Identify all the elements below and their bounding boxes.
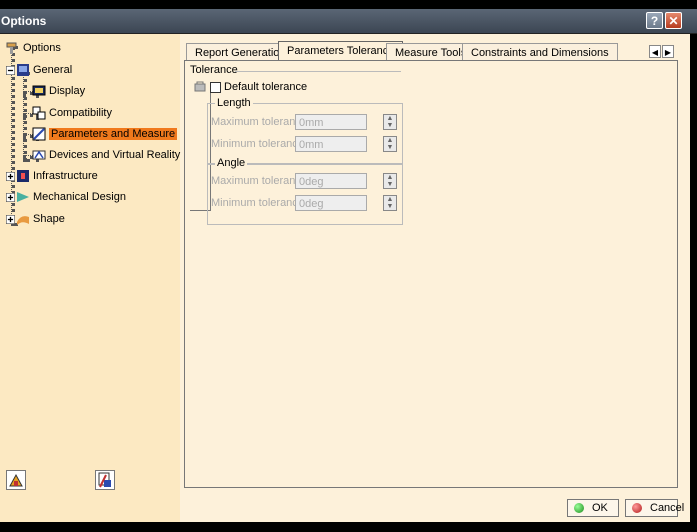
tree-item-label: Display bbox=[49, 85, 86, 97]
tab-scroll-left-icon[interactable]: ◀ bbox=[649, 45, 661, 58]
tree-item-label: Shape bbox=[33, 213, 65, 225]
angle-min-field[interactable]: 0deg bbox=[295, 195, 367, 211]
tree-item-infrastructure[interactable]: Infrastructure bbox=[6, 167, 98, 185]
length-min-spinner-icon[interactable]: ▲ ▼ bbox=[383, 136, 397, 152]
lock-toggle-icon[interactable] bbox=[194, 80, 206, 92]
ok-icon bbox=[574, 503, 584, 513]
compatibility-icon bbox=[32, 106, 46, 120]
ok-label: OK bbox=[592, 502, 608, 514]
tree-item-devices-vr[interactable]: Devices and Virtual Reality bbox=[32, 146, 180, 164]
default-tolerance-checkbox[interactable] bbox=[210, 82, 221, 93]
options-dialog: Options General Display Compatibility Pa… bbox=[0, 34, 690, 522]
title-bar: Options ? ✕ bbox=[0, 9, 697, 34]
length-group-title: Length bbox=[215, 97, 253, 109]
help-button[interactable]: ? bbox=[646, 12, 663, 29]
expand-plus-icon bbox=[6, 192, 15, 202]
length-min-label: Minimum tolerance bbox=[211, 138, 304, 150]
tree-item-label-selected: Parameters and Measure bbox=[49, 128, 178, 140]
tree-item-display[interactable]: Display bbox=[32, 82, 85, 100]
tree-item-parameters-and-measure[interactable]: Parameters and Measure bbox=[32, 125, 178, 143]
reset-options-icon[interactable] bbox=[6, 470, 26, 490]
tree-connector bbox=[23, 72, 27, 162]
length-min-field[interactable]: 0mm bbox=[295, 136, 367, 152]
length-max-spinner-icon[interactable]: ▲ ▼ bbox=[383, 114, 397, 130]
tab-scroll-right-icon[interactable]: ▶ bbox=[662, 45, 674, 58]
default-tolerance-label: Default tolerance bbox=[224, 81, 308, 93]
close-button[interactable]: ✕ bbox=[665, 12, 682, 29]
ok-button[interactable]: OK bbox=[567, 499, 619, 517]
expand-plus-icon bbox=[6, 214, 15, 224]
tab-constraints-dimensions[interactable]: Constraints and Dimensions bbox=[462, 43, 618, 61]
lock-parameters-icon[interactable] bbox=[95, 470, 115, 490]
tree-item-label: Devices and Virtual Reality bbox=[49, 149, 181, 161]
tolerance-group-line bbox=[235, 71, 401, 72]
cancel-icon bbox=[632, 503, 642, 513]
expand-plus-icon bbox=[6, 171, 15, 181]
length-group-frame bbox=[207, 103, 403, 165]
parameters-measure-icon bbox=[32, 127, 46, 141]
options-panel: Report Generation Parameters Tolerance M… bbox=[184, 41, 678, 488]
tab-content: Tolerance Default tolerance Length Maxim… bbox=[184, 60, 678, 488]
tree-root-label: Options bbox=[23, 42, 61, 54]
angle-group-title: Angle bbox=[215, 157, 248, 169]
tree-item-label: Infrastructure bbox=[33, 170, 98, 182]
general-icon bbox=[17, 64, 29, 77]
angle-max-spinner-icon[interactable]: ▲ ▼ bbox=[383, 173, 397, 189]
tree-item-label: General bbox=[33, 64, 73, 76]
cancel-label: Cancel bbox=[650, 502, 685, 514]
tolerance-group-title: Tolerance bbox=[190, 64, 238, 76]
tree-item-shape[interactable]: Shape bbox=[6, 210, 65, 228]
options-icon bbox=[6, 42, 17, 55]
window-title: Options bbox=[1, 14, 47, 28]
tab-parameters-tolerance[interactable]: Parameters Tolerance bbox=[278, 41, 404, 61]
display-icon bbox=[32, 85, 46, 96]
tree-item-label: Compatibility bbox=[49, 107, 112, 119]
infrastructure-icon bbox=[17, 170, 29, 183]
shape-icon bbox=[17, 216, 29, 226]
length-max-label: Maximum tolerance bbox=[211, 116, 307, 128]
tree-item-general[interactable]: General bbox=[6, 61, 72, 79]
angle-min-label: Minimum tolerance bbox=[211, 197, 304, 209]
angle-min-spinner-icon[interactable]: ▲ ▼ bbox=[383, 195, 397, 211]
length-max-field[interactable]: 0mm bbox=[295, 114, 367, 130]
lock-icon-glyph bbox=[98, 472, 111, 488]
angle-max-label: Maximum tolerance bbox=[211, 175, 307, 187]
tree-item-mechanical-design[interactable]: Mechanical Design bbox=[6, 188, 126, 206]
reset-icon-glyph bbox=[9, 473, 23, 487]
options-tree: Options General Display Compatibility Pa… bbox=[0, 34, 180, 522]
tree-item-compatibility[interactable]: Compatibility bbox=[32, 104, 112, 122]
cancel-button[interactable]: Cancel bbox=[625, 499, 684, 517]
tree-root-options[interactable]: Options bbox=[6, 39, 61, 57]
tab-bar: Report Generation Parameters Tolerance M… bbox=[184, 41, 678, 61]
angle-max-field[interactable]: 0deg bbox=[295, 173, 367, 189]
tree-item-label: Mechanical Design bbox=[33, 191, 126, 203]
expand-minus-icon bbox=[6, 65, 15, 75]
devices-vr-icon bbox=[32, 150, 46, 160]
mechanical-design-icon bbox=[17, 192, 29, 203]
